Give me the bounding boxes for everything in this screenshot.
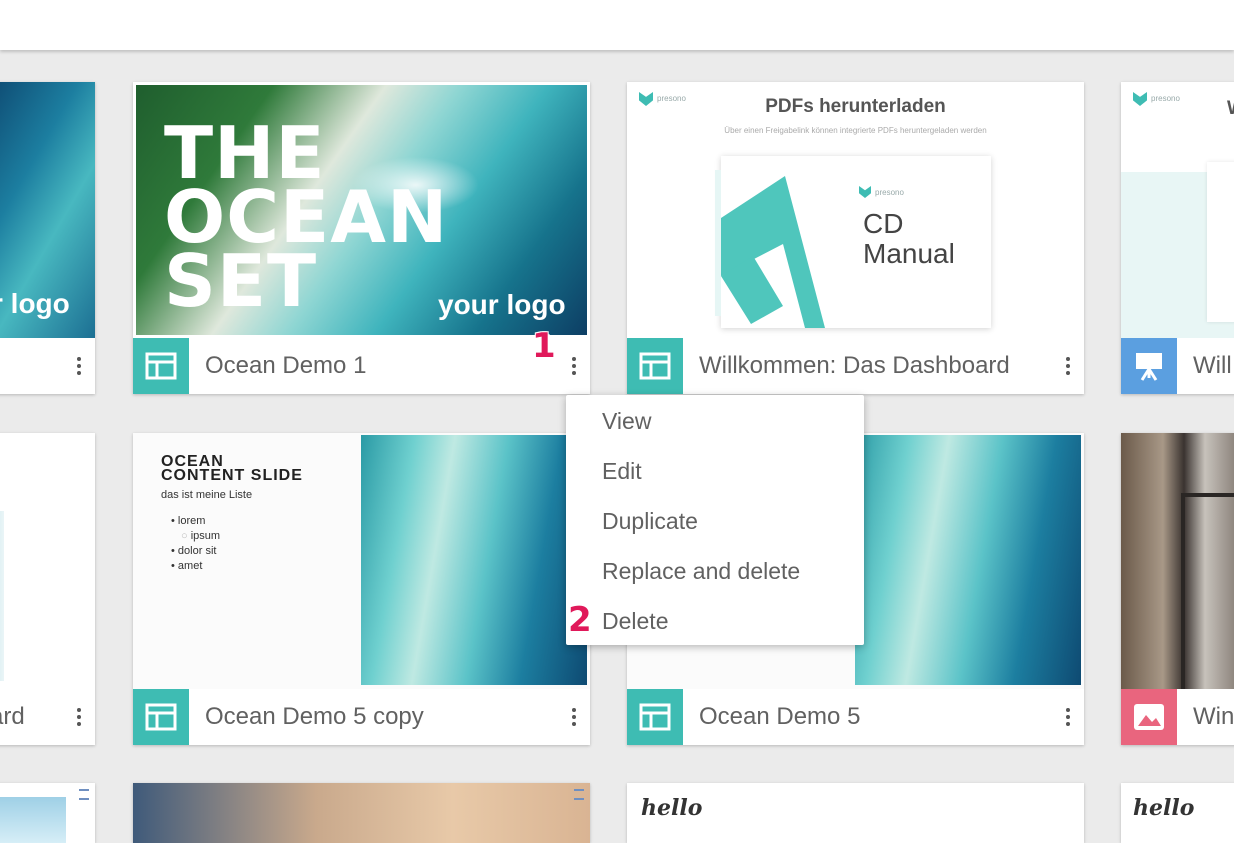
card-title[interactable]: ard <box>0 703 25 731</box>
card-title[interactable]: Ocean Demo 1 <box>205 352 366 380</box>
menu-item-duplicate[interactable]: Duplicate <box>602 496 698 546</box>
presentation-card-partial-right[interactable]: Win <box>1121 433 1234 745</box>
doc-brand-name: presono <box>875 188 904 197</box>
context-menu: View Edit Duplicate Replace and delete D… <box>566 395 864 645</box>
doc-title-line: CD <box>863 208 904 239</box>
more-options-icon[interactable] <box>566 352 582 380</box>
slide-heading-2: CONTENT SLIDE <box>161 467 303 484</box>
thumbnail-title-line: SET <box>164 239 318 323</box>
presentation-card-partial-left[interactable]: r logo <box>0 82 95 394</box>
window-frame <box>1181 493 1234 689</box>
slide-ocean-image <box>855 435 1081 685</box>
bullet-item: • lorem <box>171 515 206 527</box>
card-footer: Willkommen: Das Dashboard <box>627 338 1084 394</box>
slide-subtitle: Über einen Freigabelink können integrier… <box>724 126 987 135</box>
card-title[interactable]: Win <box>1193 703 1234 731</box>
card-footer: Ocean Demo 5 copy <box>133 689 590 745</box>
presentation-card-partial[interactable]: hello <box>627 783 1084 843</box>
card-thumbnail <box>1121 433 1234 689</box>
card-footer: Ocean Demo 1 <box>133 338 590 394</box>
presentation-card-partial[interactable] <box>0 783 95 843</box>
card-title[interactable]: Willkommen: Das Dashboard <box>699 352 1010 380</box>
card-footer: Will <box>1121 338 1234 394</box>
slide-subtitle: das ist meine Liste <box>161 489 253 501</box>
slide-ocean-image <box>361 435 587 685</box>
card-thumbnail: THE OCEAN SET your logo <box>136 85 587 335</box>
brand-logo <box>1133 92 1147 106</box>
card-thumbnail: presono W <box>1121 82 1234 338</box>
presentation-icon <box>1121 338 1177 394</box>
thumbnail-logo-text: your logo <box>438 289 566 320</box>
card-footer: ard <box>0 689 95 745</box>
card-title[interactable]: Ocean Demo 5 <box>699 703 860 731</box>
card-title[interactable]: Will <box>1193 352 1232 380</box>
slide-text: hello <box>1133 795 1195 821</box>
slide-edge <box>0 511 4 681</box>
bullet-item: • amet <box>171 560 203 572</box>
slide-image <box>133 783 590 843</box>
menu-item-replace-and-delete[interactable]: Replace and delete <box>602 546 800 596</box>
manual-graphic <box>721 176 825 328</box>
presentation-card-partial-left[interactable]: ard <box>0 433 95 745</box>
presentation-card-partial-right[interactable]: presono W Will <box>1121 82 1234 394</box>
slide-image <box>0 797 66 843</box>
card-thumbnail: presono PDFs herunterladen Über einen Fr… <box>627 82 1084 338</box>
menu-item-view[interactable]: View <box>602 396 651 446</box>
more-options-icon[interactable] <box>71 352 87 380</box>
thumbnail-logo-text: r logo <box>0 288 70 319</box>
layout-icon <box>627 689 683 745</box>
slide-text: hello <box>641 795 703 821</box>
bullet-item: • dolor sit <box>171 545 217 557</box>
menu-lines-icon <box>79 789 89 800</box>
presentation-card-willkommen[interactable]: presono PDFs herunterladen Über einen Fr… <box>627 82 1084 394</box>
slide-panel <box>1207 162 1234 322</box>
pdf-document-preview: presono CD Manual <box>715 156 991 328</box>
card-footer: Win <box>1121 689 1234 745</box>
step-marker-1: 1 <box>532 326 556 366</box>
top-bar <box>0 0 1234 50</box>
presentation-card-ocean-demo-1[interactable]: THE OCEAN SET your logo Ocean Demo 1 <box>133 82 590 394</box>
card-title[interactable]: Ocean Demo 5 copy <box>205 703 424 731</box>
presentation-card-partial[interactable] <box>133 783 590 843</box>
step-marker-2: 2 <box>568 600 592 640</box>
presentation-card-partial[interactable]: hello <box>1121 783 1234 843</box>
card-footer: Ocean Demo 5 <box>627 689 1084 745</box>
layout-icon <box>133 338 189 394</box>
layout-icon <box>627 338 683 394</box>
card-thumbnail: r logo <box>0 82 95 338</box>
more-options-icon[interactable] <box>566 703 582 731</box>
slide-heading: PDFs herunterladen <box>765 96 946 117</box>
menu-lines-icon <box>574 789 584 800</box>
presentation-card-ocean-demo-5-copy[interactable]: OCEAN CONTENT SLIDE das ist meine Liste … <box>133 433 590 745</box>
more-options-icon[interactable] <box>1060 703 1076 731</box>
image-icon <box>1121 689 1177 745</box>
more-options-icon[interactable] <box>1060 352 1076 380</box>
slide-heading: W <box>1227 98 1234 120</box>
bullet-item: ○ ipsum <box>181 530 221 542</box>
more-options-icon[interactable] <box>71 703 87 731</box>
card-footer <box>0 338 95 394</box>
menu-item-edit[interactable]: Edit <box>602 446 642 496</box>
menu-item-delete[interactable]: Delete <box>602 596 668 646</box>
card-thumbnail <box>0 433 95 689</box>
doc-title-line: Manual <box>863 238 955 269</box>
layout-icon <box>133 689 189 745</box>
card-thumbnail: OCEAN CONTENT SLIDE das ist meine Liste … <box>133 433 590 689</box>
brand-name: presono <box>1151 94 1180 103</box>
